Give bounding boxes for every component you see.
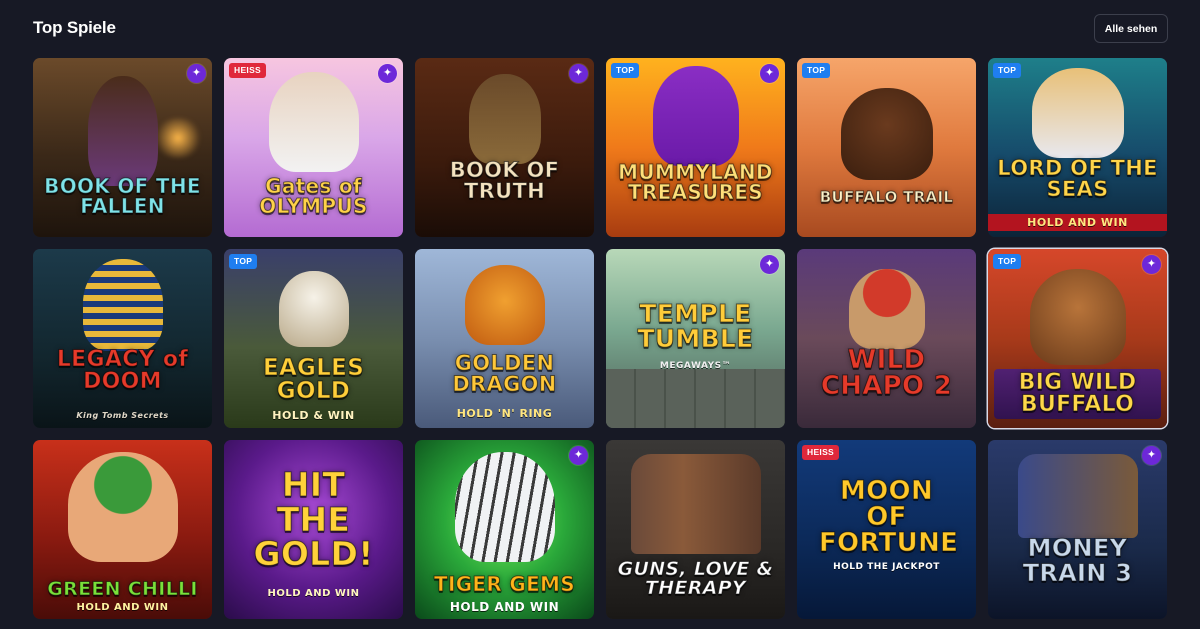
game-tile-green-chilli[interactable]: GREEN CHILLI HOLD AND WIN <box>33 440 212 619</box>
sparkle-icon: ✦ <box>1142 255 1161 274</box>
game-title: BOOK OF THE FALLEN <box>44 174 201 218</box>
sombrero-figure <box>67 452 178 562</box>
zeus-figure <box>268 72 359 172</box>
game-title: GREEN CHILLI <box>47 578 198 600</box>
game-subtitle: HOLD 'N' RING <box>456 407 553 420</box>
game-subtitle: HOLD THE JACKPOT <box>833 562 940 572</box>
game-tile-temple-tumble[interactable]: TEMPLE TUMBLE MEGAWAYS™ ✦ <box>606 249 785 428</box>
game-title: TEMPLE TUMBLE <box>637 299 754 353</box>
game-tile-legacy-of-doom[interactable]: LEGACY of DOOM King Tomb Secrets <box>33 249 212 428</box>
dragon-figure <box>464 265 545 345</box>
see-all-button[interactable]: Alle sehen <box>1094 14 1168 43</box>
section-header: Top Spiele Alle sehen <box>0 0 1200 58</box>
characters-figure <box>1017 454 1138 538</box>
torch-glow <box>153 118 203 158</box>
game-title: EAGLES GOLD <box>262 355 365 404</box>
game-tile-gates-of-olympus[interactable]: Gates of OLYMPUS HEISS ✦ <box>224 58 403 237</box>
chapo-figure <box>848 269 925 349</box>
game-title: BIG WILD BUFFALO <box>994 369 1161 419</box>
game-tile-tiger-gems[interactable]: TIGER GEMS HOLD AND WIN ✦ <box>415 440 594 619</box>
game-subtitle: HOLD & WIN <box>272 409 355 422</box>
eagle-figure <box>278 271 349 347</box>
top-badge: TOP <box>611 63 640 78</box>
game-tile-book-of-truth[interactable]: BOOK OF TRUTH ✦ <box>415 58 594 237</box>
game-tile-mummyland-treasures[interactable]: MUMMYLAND TREASURES TOP ✦ <box>606 58 785 237</box>
game-tile-big-wild-buffalo[interactable]: BIG WILD BUFFALO TOP ✦ <box>988 249 1167 428</box>
game-title: LEGACY of DOOM <box>56 347 189 394</box>
game-tile-wild-chapo-2[interactable]: WILD CHAPO 2 <box>797 249 976 428</box>
game-subtitle: King Tomb Secrets <box>76 411 169 420</box>
game-title: LORD OF THE SEAS <box>997 156 1158 201</box>
sparkle-icon: ✦ <box>569 64 588 83</box>
game-tile-guns-love-therapy[interactable]: GUNS, LOVE & THERAPY <box>606 440 785 619</box>
game-subtitle: MEGAWAYS™ <box>659 361 732 371</box>
explorer-figure <box>468 74 541 164</box>
top-badge: TOP <box>802 63 831 78</box>
game-title: MUMMYLAND TREASURES <box>618 160 773 204</box>
game-tile-moon-of-fortune[interactable]: MOON OF FORTUNE HOLD THE JACKPOT HEISS <box>797 440 976 619</box>
game-tile-lord-of-the-seas[interactable]: LORD OF THE SEAS HOLD AND WIN TOP <box>988 58 1167 237</box>
adventurer-figure <box>87 76 158 186</box>
game-tile-book-of-the-fallen[interactable]: BOOK OF THE FALLEN ✦ <box>33 58 212 237</box>
game-title: GOLDEN DRAGON <box>452 351 557 396</box>
game-tile-eagles-gold[interactable]: EAGLES GOLD HOLD & WIN TOP <box>224 249 403 428</box>
game-title: HIT THE GOLD! <box>253 465 374 574</box>
game-title: Gates of OLYMPUS <box>259 174 368 218</box>
characters-figure <box>630 454 761 554</box>
top-badge: TOP <box>993 63 1022 78</box>
game-tile-money-train-3[interactable]: MONEY TRAIN 3 ✦ <box>988 440 1167 619</box>
game-title: MOON OF FORTUNE <box>819 476 959 558</box>
sparkle-icon: ✦ <box>378 64 397 83</box>
game-subtitle: HOLD AND WIN <box>988 214 1167 231</box>
sparkle-icon: ✦ <box>569 446 588 465</box>
game-subtitle: HOLD AND WIN <box>76 602 169 613</box>
games-grid: BOOK OF THE FALLEN ✦ Gates of OLYMPUS HE… <box>33 58 1167 619</box>
game-title: BUFFALO TRAIL <box>819 188 954 206</box>
game-subtitle: HOLD AND WIN <box>267 588 360 599</box>
tiger-figure <box>454 452 555 562</box>
game-tile-buffalo-trail[interactable]: BUFFALO TRAIL TOP <box>797 58 976 237</box>
buffalo-figure <box>840 88 933 180</box>
hot-badge: HEISS <box>802 445 840 460</box>
hot-badge: HEISS <box>229 63 267 78</box>
game-subtitle: HOLD AND WIN <box>449 600 560 614</box>
pharaoh-figure <box>82 259 163 351</box>
top-badge: TOP <box>229 254 258 269</box>
buffalo-figure <box>1029 269 1126 365</box>
game-title: BOOK OF TRUTH <box>449 158 560 203</box>
mummy-figure <box>652 66 739 166</box>
sparkle-icon: ✦ <box>187 64 206 83</box>
poseidon-figure <box>1031 68 1124 158</box>
sparkle-icon: ✦ <box>760 64 779 83</box>
game-tile-hit-the-gold[interactable]: HIT THE GOLD! HOLD AND WIN <box>224 440 403 619</box>
sparkle-icon: ✦ <box>760 255 779 274</box>
game-title: WILD CHAPO 2 <box>820 345 953 401</box>
stone-floor <box>606 369 785 428</box>
game-title: TIGER GEMS <box>434 572 576 596</box>
game-title: MONEY TRAIN 3 <box>1022 534 1133 588</box>
section-title: Top Spiele <box>33 18 116 37</box>
game-tile-golden-dragon[interactable]: GOLDEN DRAGON HOLD 'N' RING <box>415 249 594 428</box>
sparkle-icon: ✦ <box>1142 446 1161 465</box>
game-title: GUNS, LOVE & THERAPY <box>617 558 774 599</box>
top-badge: TOP <box>993 254 1022 269</box>
